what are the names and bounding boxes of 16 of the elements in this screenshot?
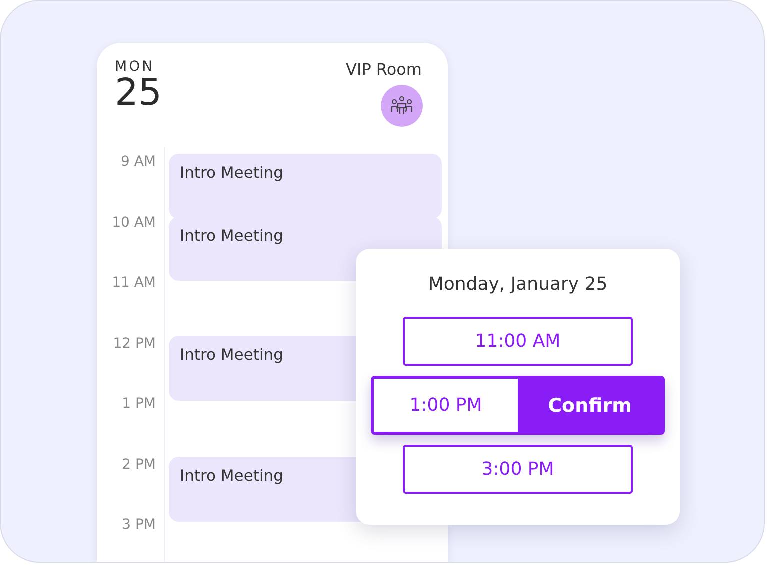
confirm-button[interactable]: Confirm (518, 379, 662, 432)
hour-label: 10 AM (112, 214, 156, 230)
hour-label: 11 AM (112, 275, 156, 291)
hour-label: 9 AM (120, 154, 156, 170)
hour-label: 1 PM (122, 396, 156, 412)
room-name: VIP Room (346, 60, 422, 79)
hour-label: 12 PM (113, 336, 156, 352)
meeting-people-icon (391, 96, 413, 116)
weekday-label: MON (115, 59, 155, 75)
time-slot-button[interactable]: 3:00 PM (403, 445, 633, 494)
time-slot-button[interactable]: 1:00 PM (374, 379, 518, 432)
event-block[interactable]: Intro Meeting (169, 154, 442, 219)
day-number: 25 (115, 74, 162, 111)
time-slot-button[interactable]: 11:00 AM (403, 317, 633, 366)
hour-label: 3 PM (122, 517, 156, 533)
hour-label: 2 PM (122, 456, 156, 472)
